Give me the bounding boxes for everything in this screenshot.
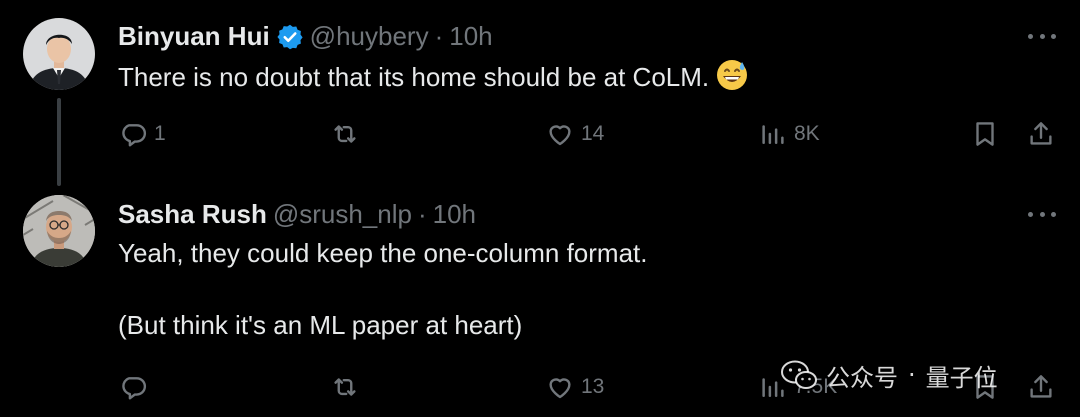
tweet-header: Binyuan Hui @huybery · 10h [118,20,493,52]
user-handle[interactable]: @huybery [310,21,429,52]
watermark-brand: 量子位 [925,363,998,392]
like-count: 13 [581,375,605,398]
watermark-separator: · [908,361,916,389]
views-button[interactable]: 8K [758,114,820,154]
share-button[interactable] [1026,114,1056,154]
share-icon [1030,375,1052,398]
user-handle[interactable]: @srush_nlp [273,199,412,230]
tweet[interactable]: Binyuan Hui @huybery · 10h There is no d… [0,0,1080,190]
like-button[interactable]: 14 [545,114,604,154]
watermark-text: 公众号 [826,363,898,392]
like-button[interactable]: 13 [545,367,604,407]
separator-dot: · [434,20,444,51]
tweet-header: Sasha Rush @srush_nlp · 10h [118,198,476,230]
tweet-text-line: (But think it's an ML paper at heart) [118,310,523,340]
views-count: 8K [794,122,820,145]
reply-count: 1 [154,122,166,145]
display-name[interactable]: Sasha Rush [118,199,267,230]
heart-icon [549,378,571,399]
reply-icon [122,377,146,400]
reply-button[interactable]: 1 [118,114,166,154]
timestamp[interactable]: 10h [433,199,476,230]
tweet-text: There is no doubt that its home should b… [118,58,749,94]
grinning-sweat-emoji-icon [717,60,748,90]
more-options-icon[interactable] [1028,210,1056,218]
tweet-text-line: Yeah, they could keep the one-column for… [118,238,648,268]
more-options-icon[interactable] [1028,32,1056,40]
share-button[interactable] [1026,367,1056,407]
avatar[interactable] [23,195,95,267]
like-count: 14 [581,122,605,145]
retweet-button[interactable] [330,367,366,407]
bookmark-icon [976,122,994,146]
display-name[interactable]: Binyuan Hui [118,21,270,52]
reply-icon [122,124,146,147]
share-icon [1030,122,1052,145]
views-icon [762,125,784,144]
tweet-text-line: There is no doubt that its home should b… [118,62,710,92]
separator-dot: · [417,198,427,229]
reply-button[interactable] [118,367,154,407]
watermark: 公众号 · 量子位 [780,355,998,395]
wechat-icon [781,360,817,389]
avatar[interactable] [23,18,95,90]
retweet-icon [334,125,356,143]
heart-icon [549,125,571,146]
bookmark-button[interactable] [970,114,1000,154]
retweet-icon [334,378,356,396]
tweet-text: Yeah, they could keep the one-column for… [118,236,647,342]
tweet-actions: 1 14 8K [0,114,1080,154]
retweet-button[interactable] [330,114,366,154]
timestamp[interactable]: 10h [449,21,492,52]
verified-badge-icon [277,24,303,49]
